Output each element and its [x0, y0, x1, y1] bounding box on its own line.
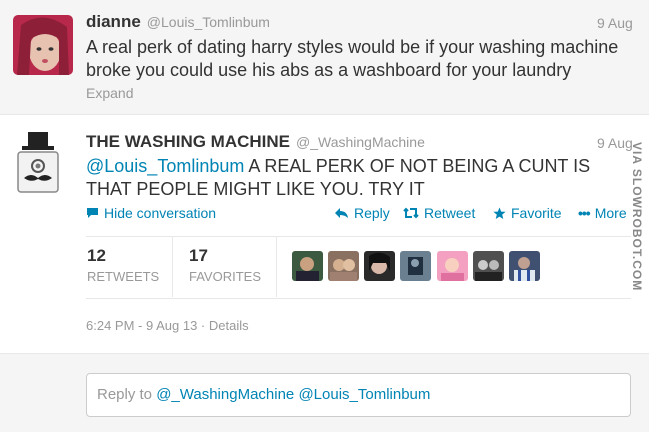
- user-name[interactable]: dianne: [86, 12, 141, 31]
- avatar[interactable]: [13, 15, 73, 75]
- reply-button[interactable]: Reply: [334, 205, 390, 221]
- watermark-text: VIA SLOWROBOT.COM: [630, 142, 644, 292]
- tweet-footer: 6:24 PM - 9 Aug 13 · Details: [86, 318, 249, 333]
- tweet-text-line: A real perk of dating harry styles would…: [86, 37, 619, 57]
- tweet-timestamp[interactable]: 6:24 PM - 9 Aug 13: [86, 318, 197, 333]
- favoriter-avatar[interactable]: [364, 251, 395, 281]
- tweet-header: THE WASHING MACHINE @_WashingMachine: [86, 132, 425, 152]
- reply-input[interactable]: Reply to @_WashingMachine @Louis_Tomlinb…: [86, 373, 631, 417]
- retweet-button[interactable]: Retweet: [403, 205, 475, 221]
- user-name[interactable]: THE WASHING MACHINE: [86, 132, 290, 151]
- retweet-label: Retweet: [424, 205, 476, 221]
- divider: [86, 236, 631, 237]
- avatar[interactable]: [14, 132, 68, 194]
- user-handle[interactable]: @Louis_Tomlinbum: [147, 14, 270, 30]
- more-label: More: [594, 205, 627, 221]
- tweet-text-line: @Louis_Tomlinbum A REAL PERK OF NOT BEIN…: [86, 154, 590, 178]
- hide-conversation-label: Hide conversation: [104, 205, 217, 221]
- reply-mentions: @_WashingMachine @Louis_Tomlinbum: [156, 386, 431, 403]
- hide-conversation-link[interactable]: Hide conversation: [86, 205, 216, 221]
- reply-prefix: Reply to: [97, 386, 157, 403]
- details-link[interactable]: Details: [209, 318, 249, 333]
- more-button[interactable]: ••• More: [578, 205, 627, 221]
- favoriter-avatar[interactable]: [328, 251, 359, 281]
- divider: [172, 237, 173, 297]
- tweet-time[interactable]: 9 Aug: [597, 15, 633, 31]
- tweet-text-line: broke you could use his abs as a washboa…: [86, 60, 572, 80]
- tweet-text-line: THAT PEOPLE MIGHT LIKE YOU. TRY IT: [86, 179, 425, 199]
- favoriter-avatar[interactable]: [400, 251, 431, 281]
- favoriter-avatar[interactable]: [292, 251, 323, 281]
- watermark: VIA SLOWROBOT.COM: [624, 142, 646, 292]
- retweet-icon: [403, 207, 419, 219]
- expand-link[interactable]: Expand: [86, 85, 133, 101]
- footer-separator: ·: [197, 318, 209, 333]
- star-icon: [493, 207, 506, 219]
- favoriter-avatar[interactable]: [437, 251, 468, 281]
- favorites-count[interactable]: 17: [189, 246, 208, 266]
- favorites-label[interactable]: FAVORITES: [189, 269, 261, 284]
- favorite-label: Favorite: [511, 205, 562, 221]
- retweets-count[interactable]: 12: [87, 246, 106, 266]
- more-dots-icon: •••: [578, 205, 591, 221]
- reply-label: Reply: [354, 205, 390, 221]
- favorite-button[interactable]: Favorite: [493, 205, 562, 221]
- divider: [86, 298, 631, 299]
- user-handle[interactable]: @_WashingMachine: [296, 134, 425, 150]
- reply-icon: [335, 208, 348, 218]
- retweets-label[interactable]: RETWEETS: [87, 269, 159, 284]
- tweet-header: dianne @Louis_Tomlinbum: [86, 12, 270, 32]
- mention-link[interactable]: @Louis_Tomlinbum: [86, 156, 244, 176]
- divider: [276, 237, 277, 297]
- speech-bubble-icon: [87, 208, 98, 218]
- favoriter-avatar[interactable]: [509, 251, 540, 281]
- tweet-text-rest: A REAL PERK OF NOT BEING A CUNT IS: [244, 156, 591, 176]
- favoriter-avatar[interactable]: [473, 251, 504, 281]
